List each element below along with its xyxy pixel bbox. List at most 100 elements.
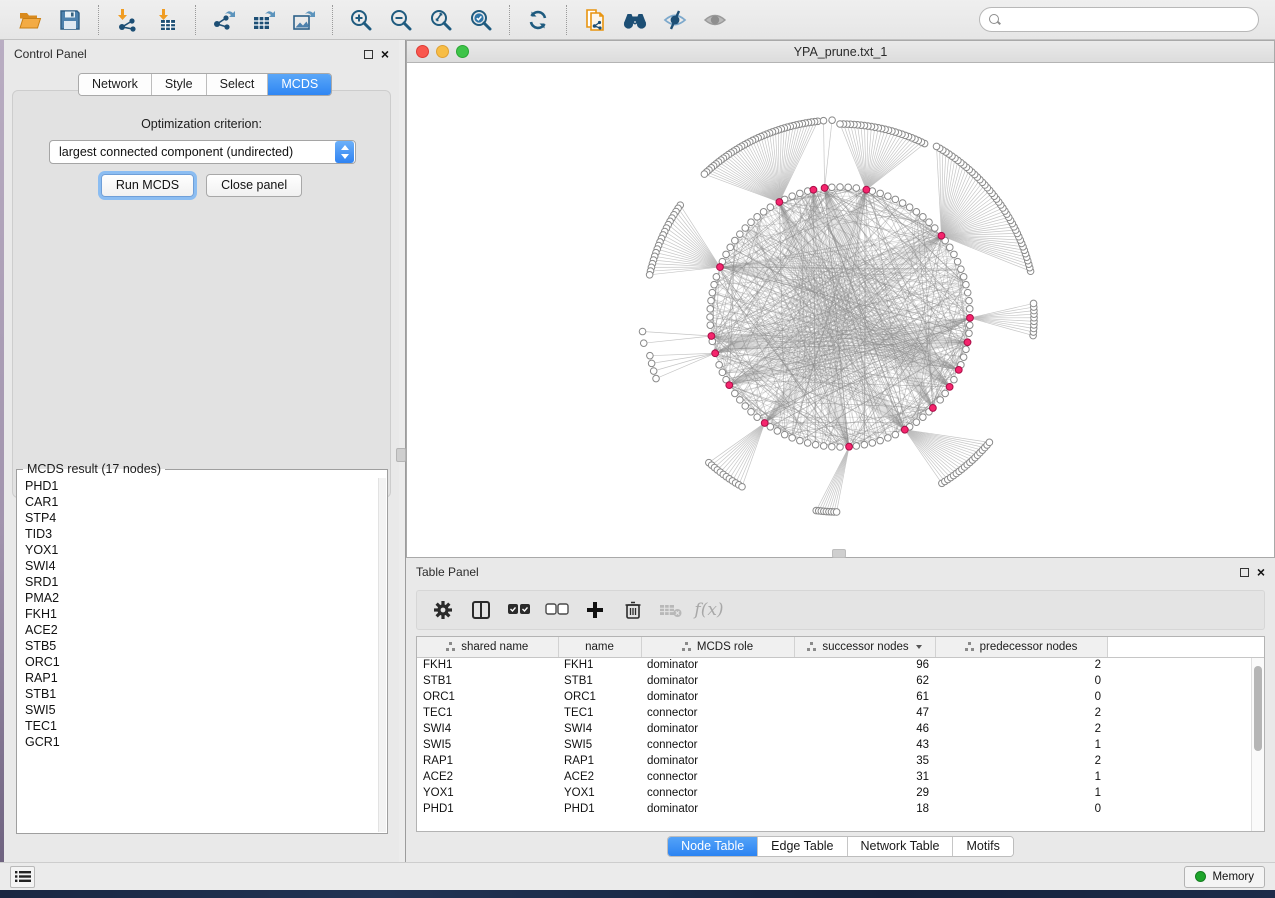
refresh-layout-button[interactable] <box>521 4 555 36</box>
network-node[interactable] <box>892 196 899 203</box>
table-scrollbar-thumb[interactable] <box>1254 666 1262 751</box>
table-cell[interactable]: connector <box>641 737 794 753</box>
table-cell[interactable]: 0 <box>935 801 1107 817</box>
clone-network-button[interactable] <box>578 4 612 36</box>
table-cell[interactable]: PHD1 <box>558 801 641 817</box>
table-cell[interactable]: YOX1 <box>558 785 641 801</box>
select-all-button[interactable] <box>503 595 535 625</box>
run-mcds-button[interactable]: Run MCDS <box>101 174 194 197</box>
open-file-button[interactable] <box>13 4 47 36</box>
export-network-button[interactable] <box>207 4 241 36</box>
memory-button[interactable]: Memory <box>1184 866 1265 888</box>
table-cell[interactable]: RAP1 <box>417 753 558 769</box>
table-cell[interactable]: 0 <box>935 689 1107 705</box>
mcds-result-item[interactable]: FKH1 <box>25 606 378 622</box>
network-hub-node[interactable] <box>821 185 828 192</box>
table-cell[interactable]: 1 <box>935 769 1107 785</box>
network-node[interactable] <box>885 435 892 442</box>
close-panel-icon[interactable]: × <box>381 49 389 59</box>
network-node[interactable] <box>732 237 739 244</box>
mcds-result-item[interactable]: SWI4 <box>25 558 378 574</box>
network-hub-node[interactable] <box>708 333 715 340</box>
network-node[interactable] <box>723 251 730 258</box>
network-node[interactable] <box>913 419 920 426</box>
show-all-button[interactable] <box>698 4 732 36</box>
network-node[interactable] <box>829 443 836 450</box>
network-node[interactable] <box>966 330 973 337</box>
network-hub-node[interactable] <box>946 383 953 390</box>
tab-node-table[interactable]: Node Table <box>668 837 758 856</box>
network-hub-node[interactable] <box>967 315 974 322</box>
table-row[interactable]: SWI5SWI5connector431 <box>417 737 1264 753</box>
network-node[interactable] <box>933 143 940 150</box>
table-cell[interactable]: TEC1 <box>417 705 558 721</box>
network-node[interactable] <box>754 214 761 221</box>
tab-network[interactable]: Network <box>79 74 152 95</box>
network-node[interactable] <box>711 281 718 288</box>
network-node[interactable] <box>1030 300 1037 307</box>
network-hub-node[interactable] <box>761 420 768 427</box>
table-cell[interactable]: 46 <box>794 721 935 737</box>
network-node[interactable] <box>837 121 844 128</box>
mcds-result-item[interactable]: RAP1 <box>25 670 378 686</box>
table-cell[interactable]: YOX1 <box>417 785 558 801</box>
network-node[interactable] <box>946 244 953 251</box>
network-hub-node[interactable] <box>776 199 783 206</box>
network-node[interactable] <box>951 251 958 258</box>
mcds-result-item[interactable]: SRD1 <box>25 574 378 590</box>
network-node[interactable] <box>742 403 749 410</box>
network-node[interactable] <box>951 376 958 383</box>
close-panel-button[interactable]: Close panel <box>206 174 302 197</box>
mcds-result-item[interactable]: SWI5 <box>25 702 378 718</box>
network-node[interactable] <box>837 444 844 451</box>
network-node[interactable] <box>920 214 927 221</box>
network-node[interactable] <box>892 431 899 438</box>
optimization-criterion-select[interactable]: largest connected component (undirected) <box>49 140 356 164</box>
network-node[interactable] <box>937 397 944 404</box>
close-panel-icon[interactable]: × <box>1257 567 1265 577</box>
column-settings-button[interactable] <box>427 595 459 625</box>
network-node[interactable] <box>960 354 967 361</box>
column-header-shared-name[interactable]: shared name <box>417 637 558 657</box>
table-cell[interactable]: 62 <box>794 673 935 689</box>
network-node[interactable] <box>737 231 744 238</box>
table-cell[interactable]: connector <box>641 705 794 721</box>
table-cell[interactable]: ACE2 <box>558 769 641 785</box>
table-cell[interactable]: RAP1 <box>558 753 641 769</box>
float-panel-icon[interactable] <box>1240 568 1249 577</box>
network-node[interactable] <box>877 437 884 444</box>
import-network-button[interactable] <box>110 4 144 36</box>
export-table-button[interactable] <box>247 4 281 36</box>
network-node[interactable] <box>958 266 965 273</box>
network-hub-node[interactable] <box>955 366 962 373</box>
network-node[interactable] <box>739 483 746 490</box>
network-node[interactable] <box>853 443 860 450</box>
network-node[interactable] <box>960 274 967 281</box>
tab-motifs[interactable]: Motifs <box>953 837 1012 856</box>
table-cell[interactable]: SWI4 <box>417 721 558 737</box>
network-node[interactable] <box>877 190 884 197</box>
table-cell[interactable]: 1 <box>935 737 1107 753</box>
table-cell[interactable]: 2 <box>935 657 1107 673</box>
mcds-result-item[interactable]: STB1 <box>25 686 378 702</box>
network-node[interactable] <box>760 209 767 216</box>
network-node[interactable] <box>748 219 755 226</box>
hide-selected-button[interactable] <box>658 4 692 36</box>
export-image-button[interactable] <box>287 4 321 36</box>
network-node[interactable] <box>926 219 933 226</box>
network-node[interactable] <box>920 414 927 421</box>
table-scrollbar[interactable] <box>1251 658 1264 831</box>
mcds-result-item[interactable]: ACE2 <box>25 622 378 638</box>
tab-mcds[interactable]: MCDS <box>268 74 331 95</box>
network-node[interactable] <box>732 390 739 397</box>
network-node[interactable] <box>713 274 720 281</box>
search-input[interactable] <box>1006 13 1249 27</box>
table-cell[interactable]: STB1 <box>558 673 641 689</box>
table-cell[interactable]: 96 <box>794 657 935 673</box>
mcds-result-item[interactable]: TEC1 <box>25 718 378 734</box>
mcds-result-item[interactable]: STP4 <box>25 510 378 526</box>
delete-table-button[interactable] <box>655 595 687 625</box>
table-cell[interactable]: ORC1 <box>558 689 641 705</box>
network-canvas[interactable] <box>407 63 1274 557</box>
apply-function-button[interactable]: f(x) <box>693 595 725 625</box>
